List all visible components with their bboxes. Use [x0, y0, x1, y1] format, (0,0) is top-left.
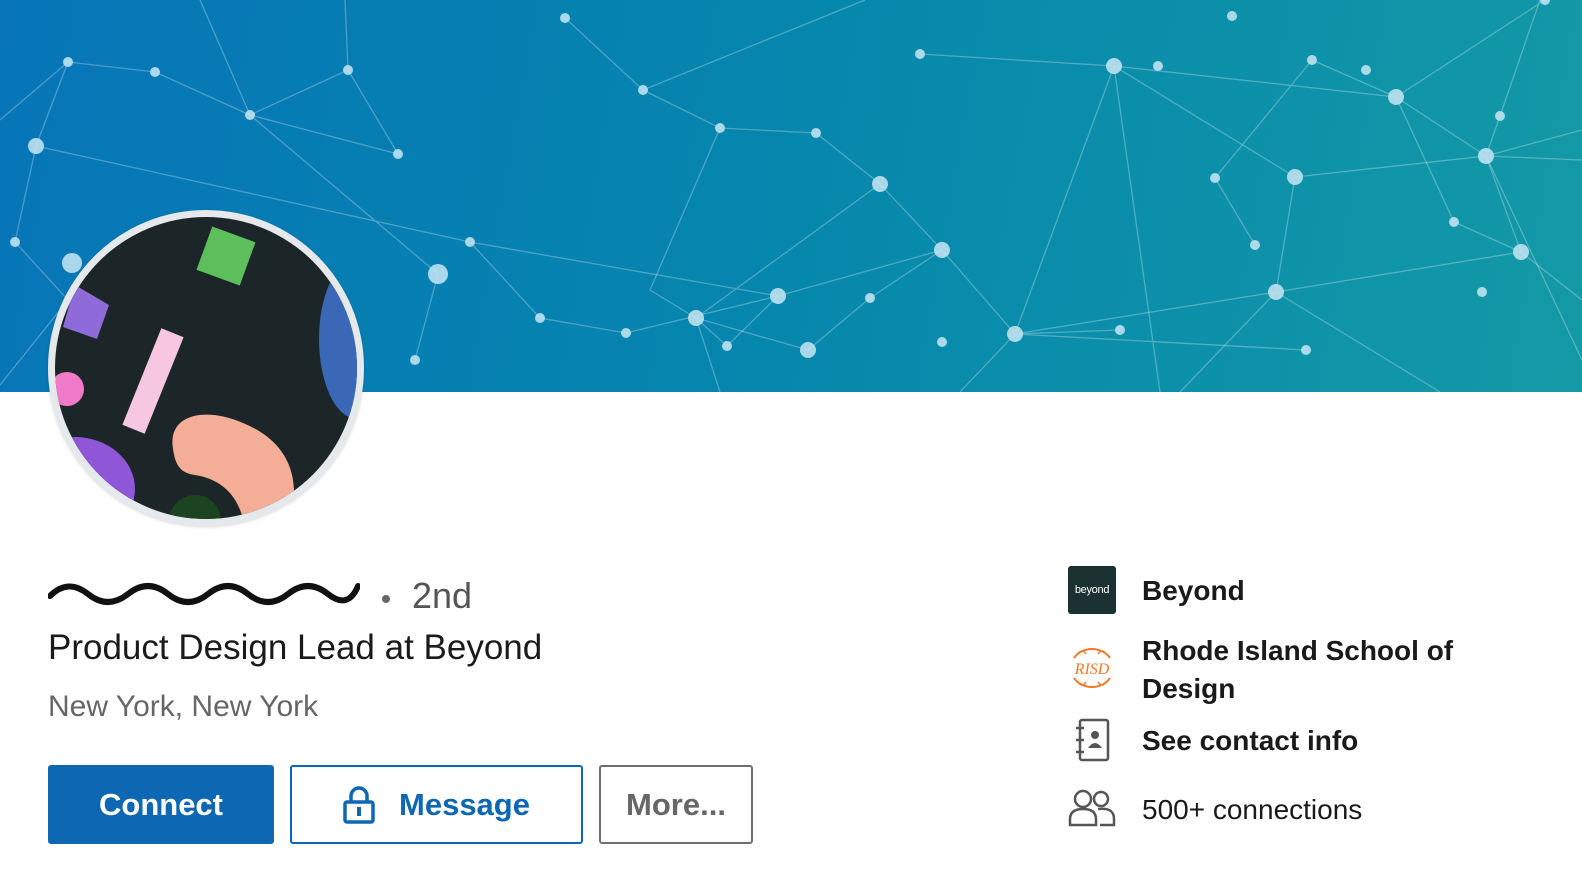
profile-name-row: 2nd — [48, 566, 472, 622]
contact-info-label: See contact info — [1142, 725, 1359, 756]
avatar-image — [55, 217, 357, 519]
connections-link[interactable]: 500+ connections — [1068, 784, 1362, 832]
more-button-label: More... — [626, 786, 726, 822]
abstract-shapes-graphic — [55, 226, 357, 519]
separator-dot — [382, 595, 390, 603]
connection-degree: 2nd — [412, 575, 473, 616]
redacted-name-scribble — [48, 583, 360, 605]
connections-count: 500+ connections — [1142, 794, 1363, 825]
school-link[interactable]: RISD Rhode Island School of Design — [1068, 635, 1453, 704]
address-book-icon — [1068, 716, 1116, 764]
connect-button-label: Connect — [99, 786, 223, 822]
profile-avatar[interactable] — [48, 210, 364, 526]
connect-button[interactable]: Connect — [48, 765, 274, 844]
company-logo: beyond — [1068, 566, 1116, 614]
school-logo: RISD — [1068, 644, 1116, 692]
contact-info-link[interactable]: See contact info — [1068, 716, 1358, 764]
more-button[interactable]: More... — [599, 765, 753, 844]
school-name: Rhode Island School of Design — [1142, 635, 1454, 704]
profile-location: New York, New York — [48, 690, 319, 723]
lock-icon — [343, 785, 375, 824]
profile-headline: Product Design Lead at Beyond — [48, 628, 543, 667]
company-name: Beyond — [1142, 575, 1245, 606]
people-icon — [1068, 784, 1116, 832]
school-logo-text: RISD — [1074, 661, 1110, 678]
company-link[interactable]: beyond Beyond — [1068, 566, 1245, 614]
message-button-label: Message — [399, 786, 530, 822]
message-button[interactable]: Message — [290, 765, 583, 844]
